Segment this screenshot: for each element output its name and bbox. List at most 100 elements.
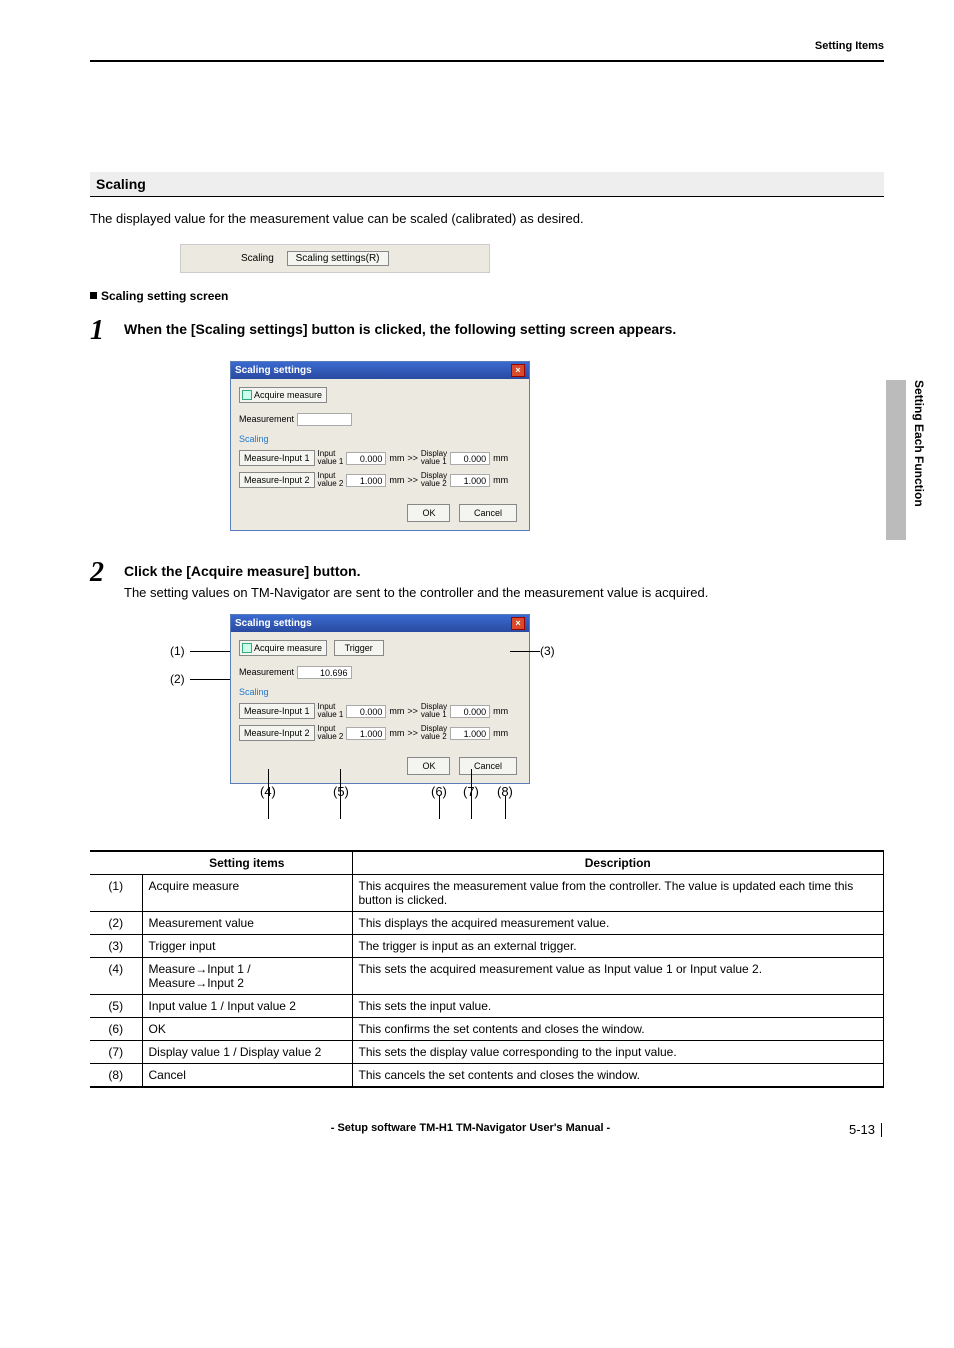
input-value-2-field[interactable]: 1.000 <box>346 727 386 740</box>
table-row: (6)OKThis confirms the set contents and … <box>90 1018 884 1041</box>
scaling-row-2: Measure-Input 2 Input value 2 1.000 mm >… <box>239 472 521 488</box>
row-number: (5) <box>90 995 142 1018</box>
step-2: 2 Click the [Acquire measure] button. Th… <box>90 559 884 600</box>
cancel-button[interactable]: Cancel <box>459 504 517 522</box>
scaling-row-1: Measure-Input 1 Input value 1 0.000 mm >… <box>239 450 521 466</box>
arrow-icon: >> <box>407 728 418 738</box>
close-icon[interactable]: × <box>511 617 525 630</box>
section-intro: The displayed value for the measurement … <box>90 211 884 226</box>
table-row: (5)Input value 1 / Input value 2This set… <box>90 995 884 1018</box>
input-value-1-field[interactable]: 0.000 <box>346 452 386 465</box>
display-value-2-label: Display value 2 <box>421 725 447 741</box>
display-value-1-label: Display value 1 <box>421 703 447 719</box>
input-value-1-label: Input value 1 <box>318 703 344 719</box>
measure-input-1-button[interactable]: Measure-Input 1 <box>239 450 315 466</box>
row-desc: This sets the acquired measurement value… <box>352 958 884 995</box>
arrow-icon: >> <box>407 706 418 716</box>
scaling-row-2: Measure-Input 2 Input value 2 1.000 mm >… <box>239 725 521 741</box>
refresh-icon <box>242 643 252 653</box>
header-category: Setting Items <box>90 40 884 52</box>
ok-button[interactable]: OK <box>407 504 450 522</box>
row-item: Acquire measure <box>142 875 352 912</box>
scaling-toolbar: Scaling Scaling settings(R) <box>180 244 490 273</box>
input-value-2-field[interactable]: 1.000 <box>346 474 386 487</box>
trigger-button[interactable]: Trigger <box>334 640 384 656</box>
row-item: Measure→Input 1 / Measure→Input 2 <box>142 958 352 995</box>
table-row: (8)CancelThis cancels the set contents a… <box>90 1064 884 1088</box>
cancel-button[interactable]: Cancel <box>459 757 517 775</box>
table-row: (4)Measure→Input 1 / Measure→Input 2This… <box>90 958 884 995</box>
unit-label: mm <box>389 706 404 716</box>
display-value-2-field[interactable]: 1.000 <box>450 474 490 487</box>
measurement-field <box>297 413 352 426</box>
scaling-settings-button[interactable]: Scaling settings(R) <box>287 251 389 266</box>
row-desc: This confirms the set contents and close… <box>352 1018 884 1041</box>
unit-label: mm <box>389 475 404 485</box>
figure-2: (1) (2) Scaling settings × Acquire measu… <box>90 614 650 802</box>
row-item: OK <box>142 1018 352 1041</box>
settings-table: Setting items Description (1)Acquire mea… <box>90 850 884 1088</box>
measurement-field: 10.696 <box>297 666 352 679</box>
display-value-2-field[interactable]: 1.000 <box>450 727 490 740</box>
table-row: (1)Acquire measureThis acquires the meas… <box>90 875 884 912</box>
unit-label: mm <box>493 706 508 716</box>
input-value-1-label: Input value 1 <box>318 450 344 466</box>
row-number: (8) <box>90 1064 142 1088</box>
arrow-icon: >> <box>407 475 418 485</box>
table-row: (7)Display value 1 / Display value 2This… <box>90 1041 884 1064</box>
display-value-1-field[interactable]: 0.000 <box>450 705 490 718</box>
step-title: When the [Scaling settings] button is cl… <box>124 321 884 337</box>
dialog-title: Scaling settings <box>235 365 312 376</box>
row-number: (7) <box>90 1041 142 1064</box>
side-tab-label: Setting Each Function <box>886 380 926 540</box>
callout-7: (7) <box>463 784 479 799</box>
measurement-label: Measurement <box>239 414 294 424</box>
ok-button[interactable]: OK <box>407 757 450 775</box>
callout-5: (5) <box>333 784 349 799</box>
scaling-toolbar-label: Scaling <box>241 253 274 264</box>
acquire-measure-button[interactable]: Acquire measure <box>239 387 327 403</box>
row-number: (4) <box>90 958 142 995</box>
row-item: Measurement value <box>142 912 352 935</box>
refresh-icon <box>242 390 252 400</box>
display-value-1-field[interactable]: 0.000 <box>450 452 490 465</box>
callout-1: (1) <box>170 644 185 658</box>
unit-label: mm <box>389 453 404 463</box>
dialog-title: Scaling settings <box>235 618 312 629</box>
page-number: 5-13 <box>849 1122 875 1137</box>
row-item: Cancel <box>142 1064 352 1088</box>
unit-label: mm <box>493 453 508 463</box>
section-heading: Scaling <box>90 172 884 197</box>
row-item: Input value 1 / Input value 2 <box>142 995 352 1018</box>
scaling-group-label: Scaling <box>239 434 521 444</box>
unit-label: mm <box>493 728 508 738</box>
measure-input-1-button[interactable]: Measure-Input 1 <box>239 703 315 719</box>
step-description: The setting values on TM-Navigator are s… <box>124 585 884 600</box>
table-header-blank <box>90 851 142 875</box>
page-footer: - Setup software TM-H1 TM-Navigator User… <box>90 1122 884 1137</box>
close-icon[interactable]: × <box>511 364 525 377</box>
table-header-desc: Description <box>352 851 884 875</box>
row-number: (2) <box>90 912 142 935</box>
step-1: 1 When the [Scaling settings] button is … <box>90 317 884 345</box>
measure-input-2-button[interactable]: Measure-Input 2 <box>239 725 315 741</box>
step-title: Click the [Acquire measure] button. <box>124 563 884 579</box>
row-desc: This cancels the set contents and closes… <box>352 1064 884 1088</box>
input-value-1-field[interactable]: 0.000 <box>346 705 386 718</box>
scaling-group-label: Scaling <box>239 687 521 697</box>
unit-label: mm <box>389 728 404 738</box>
input-value-2-label: Input value 2 <box>318 725 344 741</box>
callout-4: (4) <box>260 784 276 799</box>
row-number: (6) <box>90 1018 142 1041</box>
step-number: 2 <box>90 559 124 600</box>
display-value-2-label: Display value 2 <box>421 472 447 488</box>
measure-input-2-button[interactable]: Measure-Input 2 <box>239 472 315 488</box>
row-desc: This displays the acquired measurement v… <box>352 912 884 935</box>
row-desc: The trigger is input as an external trig… <box>352 935 884 958</box>
row-number: (1) <box>90 875 142 912</box>
acquire-measure-button[interactable]: Acquire measure <box>239 640 327 656</box>
row-desc: This acquires the measurement value from… <box>352 875 884 912</box>
callout-6: (6) <box>431 784 447 799</box>
row-number: (3) <box>90 935 142 958</box>
row-item: Trigger input <box>142 935 352 958</box>
